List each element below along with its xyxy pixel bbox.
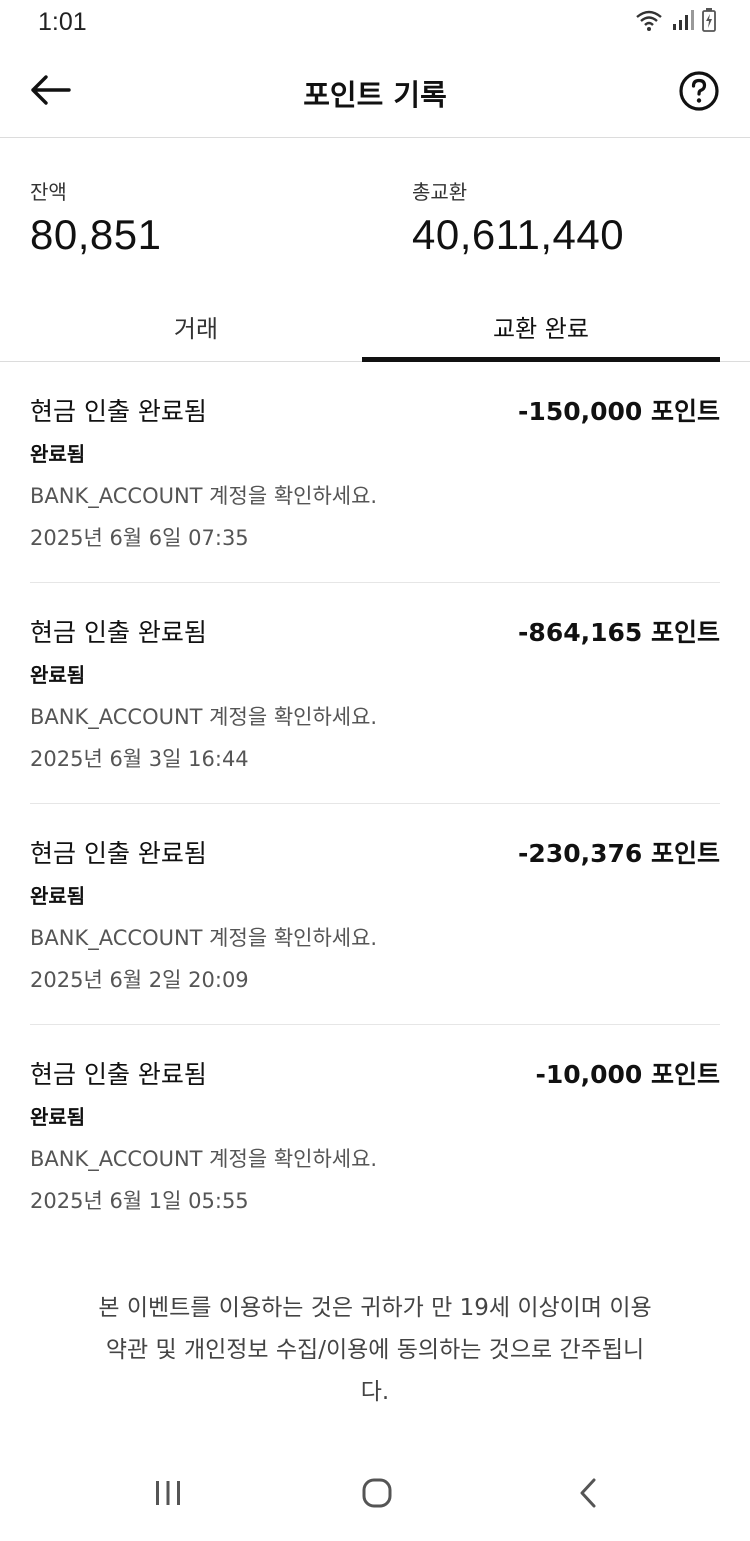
status-time: 1:01 (38, 8, 87, 36)
balance-label: 잔액 (30, 180, 67, 204)
app-bar: 포인트 기록 (0, 46, 750, 138)
record-amount: -10,000 포인트 (535, 1060, 720, 1089)
total-exchange-label: 총교환 (412, 180, 468, 204)
balance-block: 잔액 80,851 (30, 176, 161, 259)
system-nav-bar (0, 1450, 750, 1541)
record-status: 완료됨 (30, 663, 86, 687)
record-date: 2025년 6월 2일 20:09 (30, 968, 249, 992)
tab-exchange-completed[interactable]: 교환 완료 (362, 290, 720, 362)
record-description: BANK_ACCOUNT 계정을 확인하세요. (30, 926, 378, 950)
page-title: 포인트 기록 (303, 78, 447, 112)
balance-value: 80,851 (30, 211, 162, 258)
recent-apps-icon (153, 1479, 183, 1511)
points-summary: 잔액 80,851 총교환 40,611,440 (0, 138, 750, 288)
record-description: BANK_ACCOUNT 계정을 확인하세요. (30, 705, 378, 729)
record-title: 현금 인출 완료됨 (30, 397, 207, 426)
record-title: 현금 인출 완료됨 (30, 839, 207, 868)
record-amount: -150,000 포인트 (518, 397, 720, 426)
terms-notice: 본 이벤트를 이용하는 것은 귀하가 만 19세 이상이며 이용 약관 및 개인… (50, 1287, 700, 1413)
record-description: BANK_ACCOUNT 계정을 확인하세요. (30, 1147, 378, 1171)
tab-bar: 거래 교환 완료 (0, 290, 750, 362)
signal-icon (672, 9, 694, 35)
record-title: 현금 인출 완료됨 (30, 618, 207, 647)
record-date: 2025년 6월 1일 05:55 (30, 1189, 249, 1213)
terms-notice-line-3: 다. (360, 1379, 390, 1405)
list-item[interactable]: 현금 인출 완료됨 -150,000 포인트 완료됨 BANK_ACCOUNT … (30, 362, 720, 583)
system-back-button[interactable] (558, 1470, 618, 1520)
status-icons (634, 8, 716, 36)
home-button[interactable] (347, 1470, 407, 1520)
help-button[interactable] (678, 70, 720, 112)
question-circle-icon (678, 71, 720, 116)
record-list: 현금 인출 완료됨 -150,000 포인트 완료됨 BANK_ACCOUNT … (30, 362, 720, 1246)
record-status: 완료됨 (30, 1105, 86, 1129)
recent-apps-button[interactable] (138, 1470, 198, 1520)
wifi-icon (634, 8, 664, 36)
list-item[interactable]: 현금 인출 완료됨 -10,000 포인트 완료됨 BANK_ACCOUNT 계… (30, 1025, 720, 1246)
list-item[interactable]: 현금 인출 완료됨 -230,376 포인트 완료됨 BANK_ACCOUNT … (30, 804, 720, 1025)
status-bar: 1:01 (0, 0, 750, 46)
total-exchange-block: 총교환 40,611,440 (412, 176, 624, 259)
record-title: 현금 인출 완료됨 (30, 1060, 207, 1089)
terms-notice-line-2: 약관 및 개인정보 수집/이용에 동의하는 것으로 간주됩니 (105, 1337, 645, 1363)
record-description: BANK_ACCOUNT 계정을 확인하세요. (30, 484, 378, 508)
record-date: 2025년 6월 6일 07:35 (30, 526, 249, 550)
total-exchange-value: 40,611,440 (412, 211, 625, 258)
record-status: 완료됨 (30, 884, 86, 908)
record-status: 완료됨 (30, 442, 86, 466)
record-amount: -230,376 포인트 (518, 839, 720, 868)
record-amount: -864,165 포인트 (518, 618, 720, 647)
back-icon (578, 1477, 598, 1513)
list-item[interactable]: 현금 인출 완료됨 -864,165 포인트 완료됨 BANK_ACCOUNT … (30, 583, 720, 804)
home-icon (361, 1477, 393, 1513)
tab-transactions[interactable]: 거래 (30, 290, 362, 362)
battery-icon (702, 8, 716, 36)
record-date: 2025년 6월 3일 16:44 (30, 747, 249, 771)
terms-notice-line-1: 본 이벤트를 이용하는 것은 귀하가 만 19세 이상이며 이용 (98, 1295, 652, 1321)
